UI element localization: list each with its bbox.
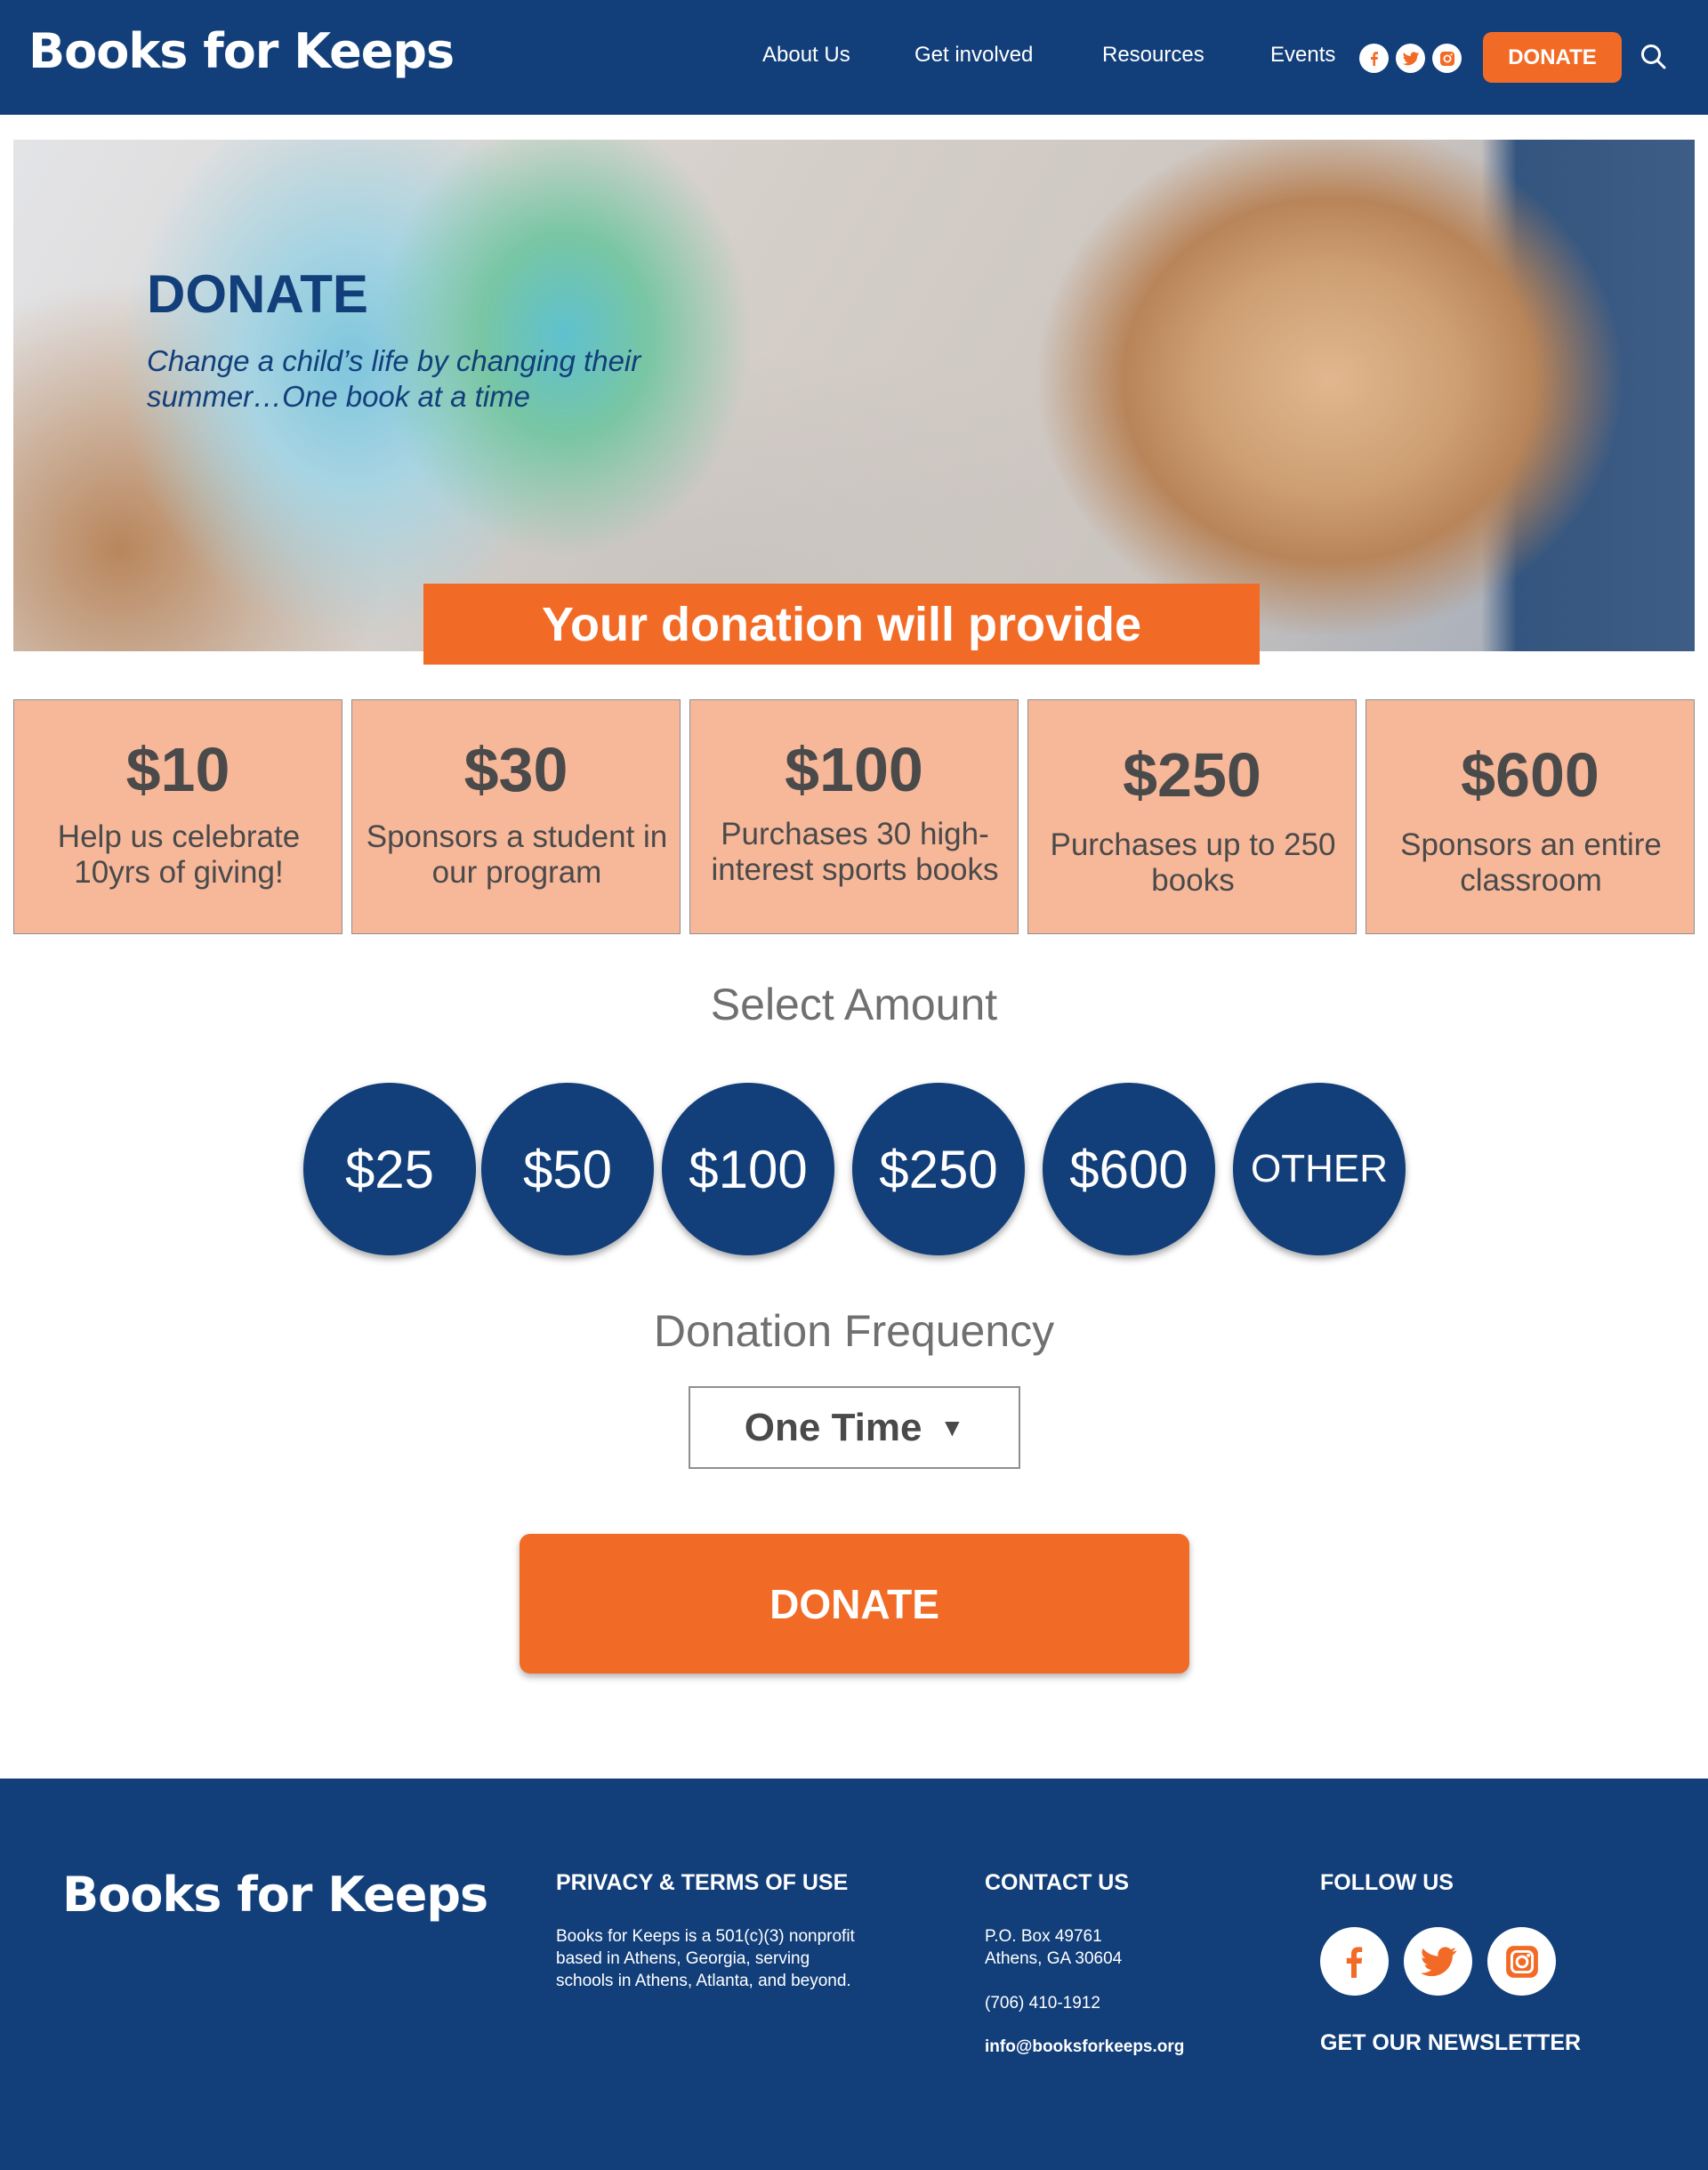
- newsletter-link[interactable]: GET OUR NEWSLETTER: [1320, 2030, 1581, 2056]
- tier-amount: $100: [785, 735, 923, 804]
- tier-card: $30 Sponsors a student in our program: [351, 699, 681, 934]
- privacy-terms-link[interactable]: PRIVACY & TERMS OF USE: [556, 1870, 848, 1896]
- nav-about-us[interactable]: About Us: [762, 43, 850, 68]
- donation-provide-banner: Your donation will provide: [423, 584, 1260, 665]
- frequency-select[interactable]: One Time ▼: [689, 1386, 1020, 1469]
- site-header: Books for Keeps About Us Get involved Re…: [0, 0, 1708, 115]
- tier-amount: $30: [463, 735, 568, 804]
- footer-logo[interactable]: Books for Keeps: [62, 1867, 488, 1923]
- instagram-icon[interactable]: [1487, 1927, 1556, 1996]
- address-line-1: P.O. Box 49761: [985, 1927, 1102, 1946]
- hero-title: DONATE: [147, 264, 368, 324]
- tier-card: $250 Purchases up to 250 books: [1027, 699, 1357, 934]
- facebook-icon[interactable]: [1359, 44, 1389, 73]
- amount-option-600[interactable]: $600: [1043, 1083, 1215, 1255]
- about-text: Books for Keeps is a 501(c)(3) nonprofit…: [556, 1927, 855, 1990]
- amount-option-100[interactable]: $100: [662, 1083, 834, 1255]
- hero-subtitle: Change a child’s life by changing their …: [147, 344, 641, 413]
- tier-description: Sponsors a student in our program: [366, 819, 668, 890]
- header-donate-button[interactable]: DONATE: [1483, 32, 1622, 83]
- twitter-icon[interactable]: [1396, 44, 1425, 73]
- tier-description: Purchases up to 250 books: [1050, 827, 1336, 898]
- nav-resources[interactable]: Resources: [1102, 43, 1204, 68]
- tier-amount: $600: [1461, 740, 1599, 810]
- chevron-down-icon: ▼: [939, 1413, 965, 1441]
- tier-amount: $10: [125, 735, 230, 804]
- frequency-selected-value: One Time: [744, 1405, 922, 1449]
- contact-heading: CONTACT US: [985, 1870, 1130, 1895]
- tier-card: $100 Purchases 30 high-interest sports b…: [689, 699, 1019, 934]
- amount-option-other[interactable]: OTHER: [1233, 1083, 1406, 1255]
- tier-card: $600 Sponsors an entire classroom: [1366, 699, 1695, 934]
- donation-frequency-heading: Donation Frequency: [653, 1306, 1055, 1356]
- select-amount-heading: Select Amount: [710, 980, 998, 1029]
- amount-option-50[interactable]: $50: [481, 1083, 654, 1255]
- search-icon[interactable]: [1640, 43, 1668, 71]
- tier-description: Purchases 30 high-interest sports books: [711, 817, 999, 887]
- facebook-icon[interactable]: [1320, 1927, 1389, 1996]
- site-logo[interactable]: Books for Keeps: [28, 23, 455, 79]
- amount-option-25[interactable]: $25: [303, 1083, 476, 1255]
- tier-card: $10 Help us celebrate 10yrs of giving!: [13, 699, 342, 934]
- nav-events[interactable]: Events: [1270, 43, 1335, 68]
- twitter-icon[interactable]: [1404, 1927, 1472, 1996]
- address-line-2: Athens, GA 30604: [985, 1949, 1123, 1968]
- email-link[interactable]: info@booksforkeeps.org: [985, 2036, 1184, 2058]
- tier-description: Sponsors an entire classroom: [1400, 827, 1662, 898]
- instagram-icon[interactable]: [1432, 44, 1462, 73]
- nav-get-involved[interactable]: Get involved: [914, 43, 1033, 68]
- tier-description: Help us celebrate 10yrs of giving!: [57, 819, 301, 890]
- tier-amount: $250: [1123, 740, 1261, 810]
- phone-number[interactable]: (706) 410-1912: [985, 1992, 1100, 2014]
- follow-us-heading: FOLLOW US: [1320, 1870, 1454, 1895]
- amount-option-250[interactable]: $250: [852, 1083, 1025, 1255]
- donate-button[interactable]: DONATE: [520, 1534, 1189, 1674]
